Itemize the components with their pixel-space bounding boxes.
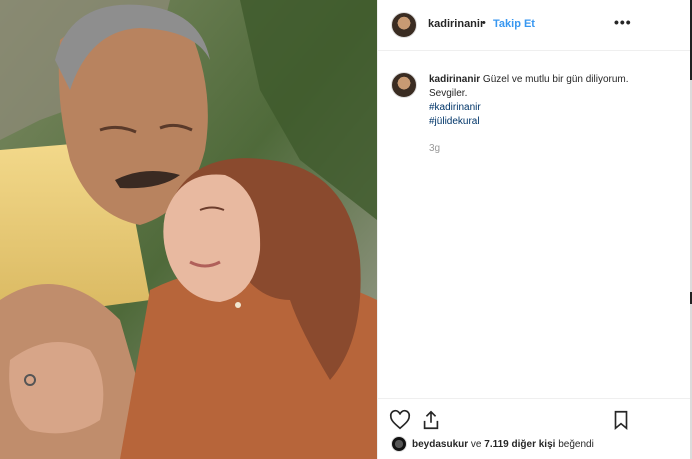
liker-avatar[interactable]	[391, 436, 407, 452]
post-photo-illustration	[0, 0, 377, 459]
caption-username[interactable]: kadirinanir	[429, 74, 480, 85]
likes-text: beydasukur ve 7.119 diğer kişi beğendi	[412, 439, 594, 450]
likes-connector: ve	[470, 439, 482, 450]
caption-text-block: kadirinanir Güzel ve mutlu bir gün diliy…	[429, 73, 629, 129]
author-username[interactable]: kadirinanir	[428, 18, 484, 30]
likes-summary: beydasukur ve 7.119 diğer kişi beğendi	[391, 436, 681, 454]
author-avatar[interactable]	[391, 12, 417, 38]
follow-button[interactable]: Takip Et	[493, 18, 535, 30]
separator-dot: •	[482, 17, 486, 29]
share-icon[interactable]	[420, 409, 442, 431]
action-bar	[378, 398, 691, 431]
liker-username[interactable]: beydasukur	[412, 439, 468, 450]
post-header: kadirinanir • Takip Et •••	[378, 0, 691, 51]
post-details-panel: kadirinanir • Takip Et ••• kadirinanir G…	[377, 0, 692, 459]
heart-icon[interactable]	[389, 409, 411, 431]
caption-author-avatar[interactable]	[391, 72, 417, 98]
likes-suffix: beğendi	[558, 439, 594, 450]
post-photo[interactable]	[0, 0, 377, 459]
hashtag-link[interactable]: #kadirinanir	[429, 101, 629, 115]
post-time[interactable]: 3g	[429, 143, 440, 154]
bookmark-icon[interactable]	[610, 409, 632, 431]
likes-others-count[interactable]: 7.119 diğer kişi	[484, 439, 555, 450]
more-options-icon[interactable]: •••	[614, 14, 632, 30]
hashtag-link[interactable]: #jülidekural	[429, 115, 629, 129]
